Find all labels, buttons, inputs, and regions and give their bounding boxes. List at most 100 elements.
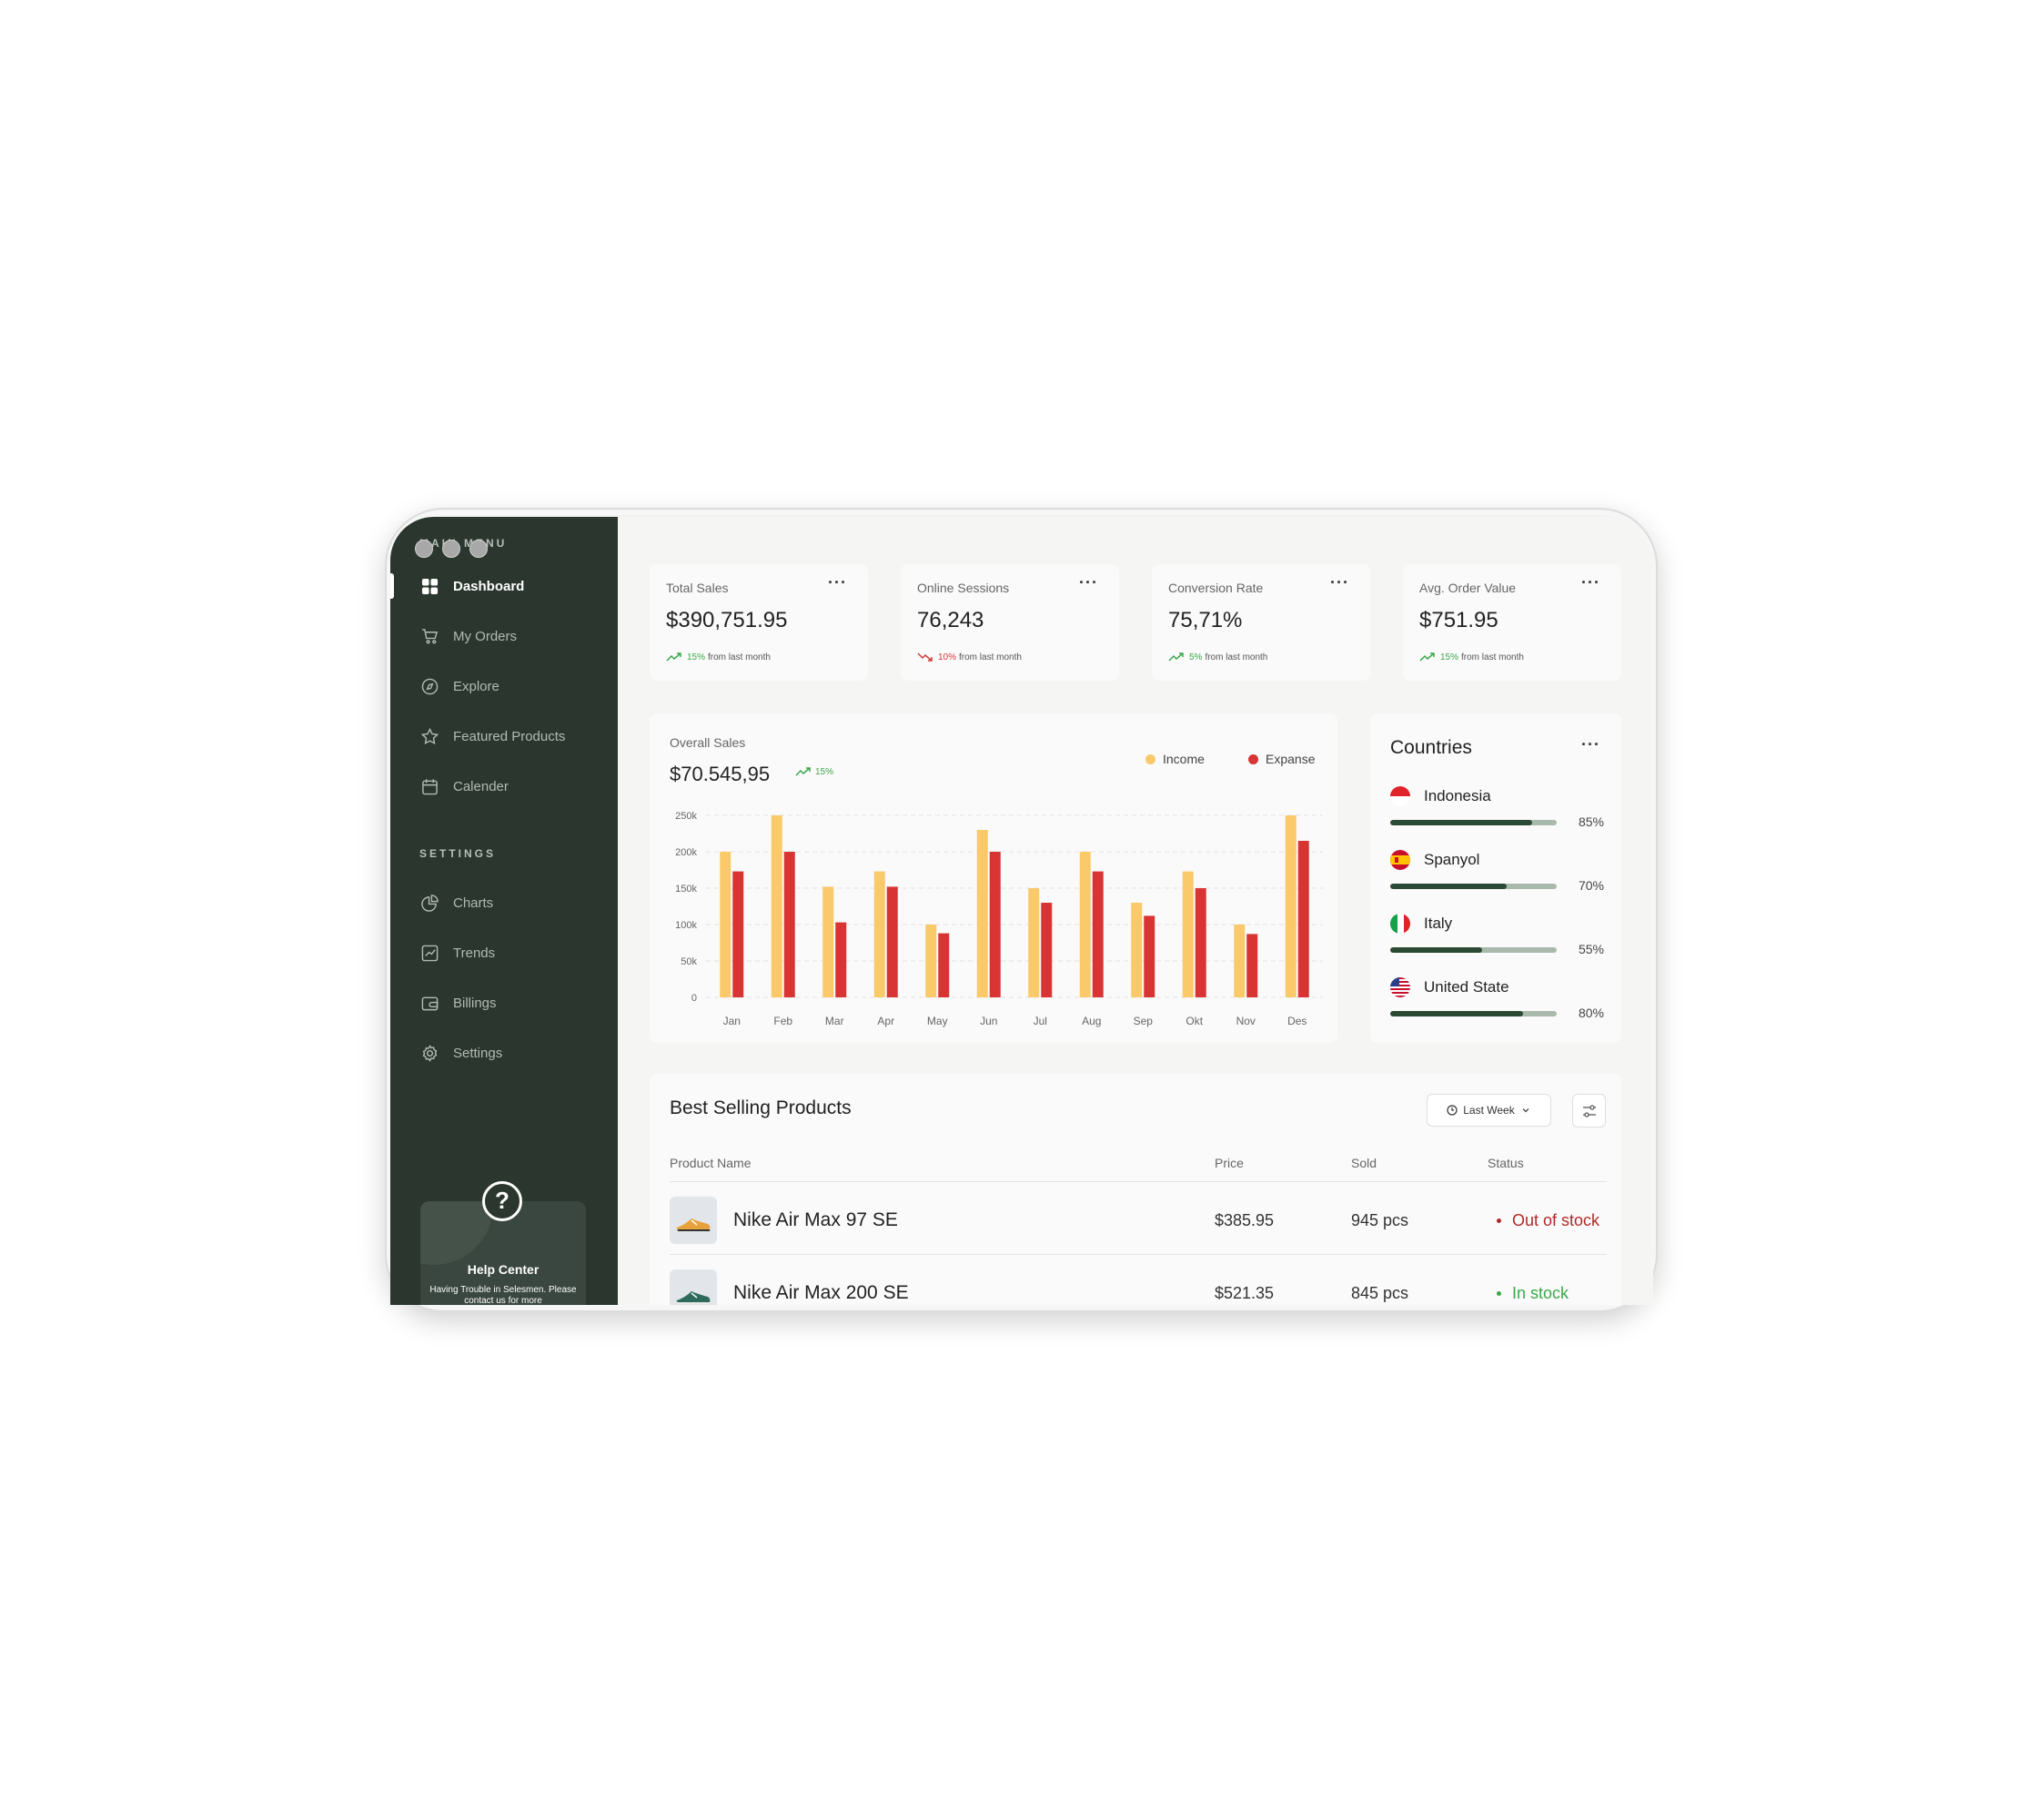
window-dot[interactable] — [415, 540, 433, 558]
pie-chart-icon — [420, 894, 439, 912]
wallet-icon — [420, 994, 439, 1012]
calendar-icon — [420, 777, 439, 795]
sales-bar-chart: 0 50k 100k 150k 200k 250k Jan Feb Mar Apr May Jun Ju… — [675, 811, 1323, 1027]
product-name: Nike Air Max 97 SE — [733, 1209, 898, 1230]
table-filter-button[interactable] — [1572, 1094, 1606, 1127]
best-selling-products-card: Best Selling Products Last Week Product … — [650, 1074, 1621, 1305]
expanse-bar[interactable] — [835, 922, 847, 997]
column-header-status[interactable]: Status — [1488, 1156, 1524, 1170]
y-tick-label: 250k — [675, 811, 697, 822]
sidebar-item-calender[interactable]: Calender — [390, 768, 618, 804]
more-options-icon[interactable]: ··· — [828, 574, 850, 595]
expanse-bar[interactable] — [1246, 934, 1258, 997]
country-progress-track — [1390, 820, 1557, 825]
expanse-bar[interactable] — [1092, 871, 1104, 997]
more-options-icon[interactable]: ··· — [1079, 574, 1101, 595]
expanse-bar[interactable] — [1041, 903, 1053, 997]
sidebar-item-charts[interactable]: Charts — [390, 885, 618, 921]
dashboard-screen: MAIN MENU Dashboard My Orders Explore Fe… — [390, 517, 1653, 1305]
expanse-bar[interactable] — [989, 852, 1001, 997]
income-bar[interactable] — [1131, 903, 1143, 997]
x-tick-label: Feb — [773, 1015, 792, 1027]
product-price: $521.35 — [1215, 1284, 1275, 1302]
sales-change-badge: 15% — [795, 766, 833, 777]
expanse-bar[interactable] — [938, 933, 950, 997]
income-bar[interactable] — [976, 830, 988, 997]
overall-sales-card: Overall Sales $70.545,95 15% Income Expa… — [650, 713, 1337, 1043]
status-text: Out of stock — [1512, 1211, 1600, 1229]
country-row-italy: Italy 55% — [1390, 914, 1604, 959]
stat-trend: 10% from last month — [917, 652, 1022, 662]
column-header-product-name[interactable]: Product Name — [670, 1156, 751, 1170]
period-filter-dropdown[interactable]: Last Week — [1427, 1094, 1551, 1127]
sidebar-item-explore[interactable]: Explore — [390, 668, 618, 704]
status-badge: In stock — [1497, 1284, 1569, 1303]
legend-expanse: Expanse — [1248, 752, 1315, 766]
stat-change-suffix: from last month — [1461, 652, 1524, 662]
period-filter-label: Last Week — [1463, 1104, 1515, 1117]
x-tick-label: Sep — [1134, 1015, 1154, 1027]
x-tick-label: May — [927, 1015, 948, 1027]
income-bar[interactable] — [1285, 815, 1296, 997]
sales-value: $70.545,95 — [670, 763, 771, 785]
country-name: Spanyol — [1424, 851, 1480, 868]
table-row[interactable]: Nike Air Max 97 SE $385.95 945 pcs Out o… — [670, 1181, 1607, 1254]
sidebar-item-label: Trends — [453, 945, 496, 961]
status-text: In stock — [1512, 1284, 1569, 1302]
stat-title: Total Sales — [666, 581, 729, 595]
help-center-title: Help Center — [467, 1262, 540, 1277]
stat-change: 5% — [1189, 652, 1203, 662]
sidebar-item-label: Featured Products — [453, 728, 566, 744]
y-tick-label: 150k — [675, 884, 697, 895]
product-thumbnail — [670, 1269, 717, 1305]
income-bar[interactable] — [1182, 871, 1194, 997]
stat-title: Avg. Order Value — [1419, 581, 1517, 595]
income-bar[interactable] — [1234, 925, 1246, 997]
status-dot — [1497, 1291, 1501, 1296]
help-center-text: Having Trouble in Selesmen. Please conta… — [429, 1285, 577, 1305]
stat-card-total-sales: Total Sales ··· $390,751.95 15% from las… — [650, 564, 868, 681]
sidebar-item-label: My Orders — [453, 628, 518, 644]
sidebar-item-settings[interactable]: Settings — [390, 1035, 618, 1071]
more-options-icon[interactable]: ··· — [1330, 574, 1352, 595]
more-options-icon[interactable]: ··· — [1581, 736, 1603, 757]
stat-trend: 15% from last month — [666, 652, 771, 662]
sidebar-item-trends[interactable]: Trends — [390, 935, 618, 971]
income-bar[interactable] — [720, 852, 731, 997]
income-bar[interactable] — [1079, 852, 1091, 997]
expanse-bar[interactable] — [1195, 888, 1206, 997]
sidebar-item-featured-products[interactable]: Featured Products — [390, 718, 618, 754]
window-dot[interactable] — [442, 540, 460, 558]
expanse-bar[interactable] — [1144, 915, 1155, 997]
spain-flag-icon — [1390, 850, 1410, 870]
star-icon — [420, 727, 439, 745]
sidebar-item-label: Calender — [453, 778, 509, 794]
product-thumbnail — [670, 1197, 717, 1244]
income-bar[interactable] — [925, 925, 937, 997]
x-tick-label: Aug — [1082, 1015, 1101, 1027]
grid-icon — [420, 577, 439, 595]
sidebar-item-dashboard[interactable]: Dashboard — [390, 568, 618, 604]
income-bar[interactable] — [1028, 888, 1040, 997]
more-options-icon[interactable]: ··· — [1581, 574, 1603, 595]
income-bar[interactable] — [873, 871, 885, 997]
sidebar-item-billings[interactable]: Billings — [390, 985, 618, 1021]
expanse-bar[interactable] — [732, 871, 744, 997]
income-bar[interactable] — [771, 815, 782, 997]
cart-icon — [420, 627, 439, 645]
countries-card: Countries ··· Indonesia 85% Spanyol 70% … — [1370, 713, 1621, 1043]
column-header-price[interactable]: Price — [1215, 1156, 1244, 1170]
countries-title: Countries — [1390, 737, 1472, 758]
expanse-bar[interactable] — [1297, 841, 1309, 997]
trend-up-icon — [795, 767, 811, 776]
income-bar[interactable] — [822, 886, 834, 997]
indonesia-flag-icon — [1390, 786, 1410, 806]
y-tick-label: 50k — [681, 956, 697, 967]
table-row[interactable]: Nike Air Max 200 SE $521.35 845 pcs In s… — [670, 1254, 1607, 1305]
column-header-sold[interactable]: Sold — [1351, 1156, 1377, 1170]
product-name: Nike Air Max 200 SE — [733, 1282, 909, 1303]
window-dot[interactable] — [469, 540, 488, 558]
expanse-bar[interactable] — [783, 852, 795, 997]
expanse-bar[interactable] — [886, 886, 898, 997]
sidebar-item-my-orders[interactable]: My Orders — [390, 618, 618, 654]
